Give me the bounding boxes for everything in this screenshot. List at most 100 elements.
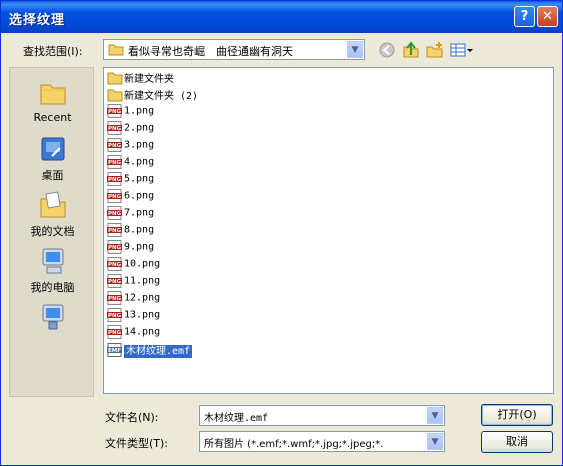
- file-name: 新建文件夹 (2): [124, 91, 199, 102]
- png-file-icon: PNG: [107, 104, 123, 118]
- png-file-icon: PNG: [107, 240, 123, 254]
- png-file-icon: PNG: [107, 172, 123, 186]
- place-network[interactable]: [10, 302, 95, 335]
- folder-item[interactable]: 新建文件夹 (2): [107, 87, 198, 103]
- file-item[interactable]: PNG 8.png: [107, 223, 154, 239]
- folder-icon: [107, 71, 123, 85]
- png-file-icon: PNG: [107, 138, 123, 152]
- filetype-select[interactable]: 所有图片 (*.emf;*.wmf;*.jpg;*.jpeg;*. ▼: [199, 431, 445, 452]
- svg-text:PNG: PNG: [108, 245, 122, 251]
- file-name: 13.png: [124, 309, 161, 321]
- lookin-combo[interactable]: 看似寻常也奇崛 曲径通幽有洞天 ▼: [103, 39, 365, 60]
- file-name: 14.png: [124, 326, 161, 338]
- png-file-icon: PNG: [107, 308, 123, 322]
- file-item[interactable]: PNG 2.png: [107, 121, 154, 137]
- file-name: 新建文件夹: [124, 74, 174, 85]
- png-file-icon: PNG: [107, 206, 123, 220]
- svg-text:PNG: PNG: [108, 160, 122, 166]
- file-name: 11.png: [124, 275, 161, 287]
- file-item[interactable]: PNG 7.png: [107, 206, 154, 222]
- file-name: 木材纹理.emf: [124, 345, 193, 358]
- folder-item[interactable]: 新建文件夹: [107, 70, 174, 86]
- file-item[interactable]: PNG 10.png: [107, 257, 160, 273]
- svg-text:PNG: PNG: [108, 109, 122, 115]
- file-item[interactable]: PNG 12.png: [107, 291, 160, 307]
- file-item[interactable]: EMF 木材纹理.emf: [107, 342, 193, 358]
- png-file-icon: PNG: [107, 189, 123, 203]
- file-name: 2.png: [124, 122, 155, 134]
- png-file-icon: PNG: [107, 121, 123, 135]
- file-name: 10.png: [124, 258, 161, 270]
- up-folder-icon[interactable]: [402, 41, 420, 59]
- help-button[interactable]: ?: [514, 6, 535, 27]
- svg-text:PNG: PNG: [108, 330, 122, 336]
- dialog-title: 选择纹理: [9, 13, 66, 28]
- svg-text:PNG: PNG: [108, 143, 122, 149]
- place-my-computer[interactable]: 我的电脑: [10, 246, 95, 295]
- png-file-icon: PNG: [107, 223, 123, 237]
- file-item[interactable]: PNG 5.png: [107, 172, 154, 188]
- file-item[interactable]: PNG 9.png: [107, 240, 154, 256]
- svg-text:PNG: PNG: [108, 296, 122, 302]
- file-name: 7.png: [124, 207, 155, 219]
- new-folder-icon[interactable]: [426, 41, 444, 59]
- file-name: 6.png: [124, 190, 155, 202]
- lookin-label: 查找范围(I):: [23, 45, 83, 58]
- chevron-down-icon[interactable]: ▼: [347, 41, 363, 58]
- png-file-icon: PNG: [107, 274, 123, 288]
- svg-text:PNG: PNG: [108, 211, 122, 217]
- file-item[interactable]: PNG 1.png: [107, 104, 154, 120]
- file-item[interactable]: PNG 14.png: [107, 325, 160, 341]
- svg-text:PNG: PNG: [108, 126, 122, 132]
- lookin-value: 看似寻常也奇崛 曲径通幽有洞天: [128, 45, 293, 58]
- open-button[interactable]: 打开(O): [481, 404, 553, 426]
- svg-text:EMF: EMF: [108, 348, 121, 354]
- filename-label: 文件名(N):: [105, 411, 159, 424]
- network-places-icon: [42, 304, 63, 330]
- back-icon[interactable]: [378, 41, 396, 59]
- folder-icon: [108, 44, 124, 56]
- filename-input[interactable]: 木材纹理.emf: [204, 409, 268, 424]
- svg-text:PNG: PNG: [108, 262, 122, 268]
- file-name: 8.png: [124, 224, 155, 236]
- title-bar[interactable]: 选择纹理 ? ✕: [1, 1, 562, 33]
- filetype-label: 文件类型(T):: [105, 437, 169, 450]
- png-file-icon: PNG: [107, 325, 123, 339]
- chevron-down-icon[interactable]: ▼: [427, 433, 443, 450]
- place-recent[interactable]: Recent: [10, 78, 95, 124]
- filetype-value: 所有图片 (*.emf;*.wmf;*.jpg;*.jpeg;*.: [204, 439, 384, 450]
- svg-text:PNG: PNG: [108, 228, 122, 234]
- places-bar: Recent 桌面 我的文档 我的电脑: [9, 67, 94, 397]
- file-name: 1.png: [124, 105, 155, 117]
- file-item[interactable]: PNG 11.png: [107, 274, 160, 290]
- chevron-down-icon[interactable]: ▼: [427, 407, 443, 424]
- svg-text:PNG: PNG: [108, 194, 122, 200]
- place-label: 我的文档: [30, 225, 75, 238]
- cancel-button[interactable]: 取消: [481, 431, 553, 453]
- png-file-icon: PNG: [107, 257, 123, 271]
- place-label: 我的电脑: [30, 281, 75, 294]
- close-button[interactable]: ✕: [537, 6, 558, 27]
- file-name: 12.png: [124, 292, 161, 304]
- place-label: 桌面: [41, 169, 64, 182]
- file-list[interactable]: 新建文件夹 新建文件夹 (2) PNG 1.png PNG 2.png PNG 3.png PN…: [103, 67, 554, 394]
- file-name: 4.png: [124, 156, 155, 168]
- my-documents-icon: [40, 191, 65, 218]
- file-item[interactable]: PNG 3.png: [107, 138, 154, 154]
- place-desktop[interactable]: 桌面: [10, 134, 95, 183]
- png-file-icon: PNG: [107, 291, 123, 305]
- place-my-documents[interactable]: 我的文档: [10, 190, 95, 239]
- desktop-icon: [41, 137, 64, 161]
- file-name: 3.png: [124, 139, 155, 151]
- file-item[interactable]: PNG 13.png: [107, 308, 160, 324]
- my-computer-icon: [42, 248, 63, 274]
- file-item[interactable]: PNG 4.png: [107, 155, 154, 171]
- folder-icon: [107, 88, 123, 102]
- emf-file-icon: EMF: [107, 342, 123, 357]
- file-item[interactable]: PNG 6.png: [107, 189, 154, 205]
- file-name: 9.png: [124, 241, 155, 253]
- filename-combo[interactable]: 木材纹理.emf ▼: [199, 405, 445, 426]
- views-menu-icon[interactable]: [450, 41, 474, 59]
- file-name: 5.png: [124, 173, 155, 185]
- dialog-window: 选择纹理 ? ✕ 查找范围(I): 看似寻常也奇崛 曲径通幽有洞天 ▼ Rece…: [0, 0, 563, 466]
